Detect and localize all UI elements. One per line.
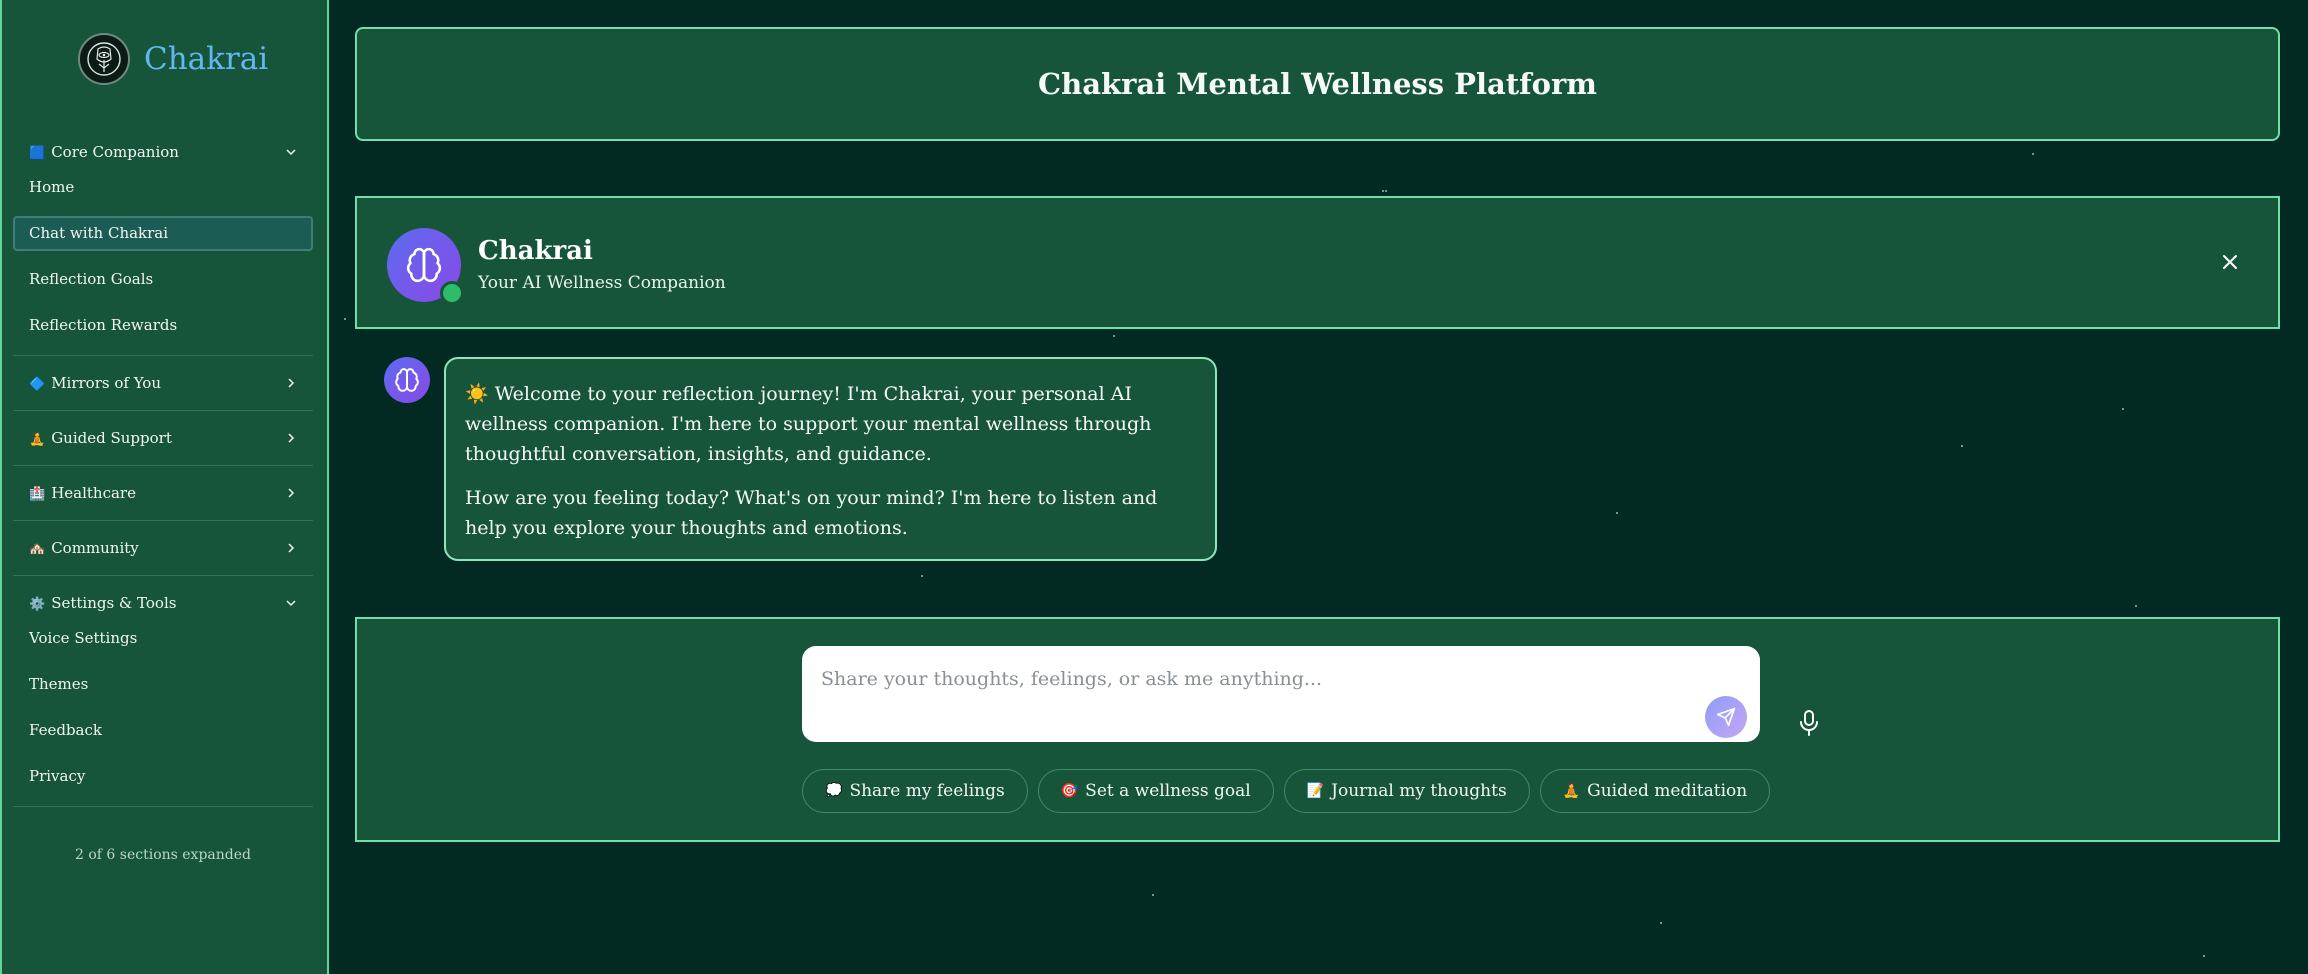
online-status-indicator — [440, 281, 464, 305]
thought-bubble-icon: 💭 — [825, 783, 843, 799]
section-mirrors-of-you[interactable]: 🔷 Mirrors of You — [13, 368, 313, 398]
section-guided-support[interactable]: 🧘 Guided Support — [13, 423, 313, 453]
chakrai-logo-icon — [78, 33, 130, 85]
section-label: Healthcare — [51, 484, 136, 502]
chevron-right-icon — [288, 488, 295, 498]
section-label: Community — [51, 539, 139, 557]
section-core-companion[interactable]: 🟦 Core Companion — [13, 137, 313, 167]
divider — [13, 410, 313, 411]
brand-name: Chakrai — [144, 41, 269, 77]
chevron-right-icon — [288, 543, 295, 553]
brand[interactable]: Chakrai — [78, 33, 268, 85]
quick-actions: 💭 Share my feelings 🎯 Set a wellness goal … — [802, 769, 1771, 813]
sidebar-item-feedback[interactable]: Feedback — [13, 713, 313, 748]
companion-name: Chakrai — [478, 236, 593, 266]
composer-panel: 💭Share my feelings 🎯Set a wellness goal … — [355, 617, 2280, 842]
close-icon[interactable] — [2220, 252, 2240, 272]
sidebar-item-privacy[interactable]: Privacy — [13, 759, 313, 794]
section-label: Guided Support — [51, 429, 172, 447]
companion-card: Chakrai Your AI Wellness Companion — [355, 196, 2280, 329]
quick-action-set-goal[interactable]: 🎯 Set a wellness goal — [1037, 769, 1274, 813]
message-input[interactable] — [802, 646, 1760, 742]
send-icon — [1716, 707, 1736, 727]
section-label: Core Companion — [51, 143, 179, 161]
chat-message-bubble: ☀️ Welcome to your reflection journey! I… — [444, 357, 1217, 561]
section-community[interactable]: 🏘️ Community — [13, 533, 313, 563]
section-label: Settings & Tools — [51, 594, 177, 612]
chevron-right-icon — [288, 433, 295, 443]
chip-label: Guided meditation — [1587, 781, 1748, 801]
sidebar-item-themes[interactable]: Themes — [13, 667, 313, 702]
chip-label: Set a wellness goal — [1085, 781, 1251, 801]
bot-avatar-icon — [384, 357, 430, 403]
sidebar-item-reflection-goals[interactable]: Reflection Goals — [13, 262, 313, 297]
sections-expanded-status: 2 of 6 sections expanded — [75, 847, 251, 863]
meditation-icon: 🧘 — [29, 432, 46, 447]
section-label: Mirrors of You — [51, 374, 161, 392]
sidebar-item-reflection-rewards[interactable]: Reflection Rewards — [13, 308, 313, 343]
sidebar: Chakrai 🟦 Core Companion Home Chat with C… — [0, 0, 329, 974]
chevron-right-icon — [288, 378, 295, 388]
chevron-down-icon — [286, 600, 296, 607]
message-paragraph: ☀️ Welcome to your reflection journey! I… — [465, 383, 1152, 465]
section-settings-tools[interactable]: ⚙️ Settings & Tools — [13, 588, 313, 618]
divider — [13, 806, 313, 807]
sidebar-nav: 🟦 Core Companion Home Chat with Chakrai R… — [13, 137, 313, 819]
diamond-icon: 🔷 — [29, 377, 46, 392]
quick-action-journal[interactable]: 📝 Journal my thoughts — [1283, 769, 1530, 813]
section-healthcare[interactable]: 🏥 Healthcare — [13, 478, 313, 508]
chip-label: Journal my thoughts — [1331, 781, 1507, 801]
gear-icon: ⚙️ — [29, 597, 46, 612]
sidebar-item-voice-settings[interactable]: Voice Settings — [13, 621, 313, 656]
companion-subtitle: Your AI Wellness Companion — [478, 273, 726, 293]
divider — [13, 355, 313, 356]
quick-action-share-feelings[interactable]: 💭 Share my feelings — [802, 769, 1028, 813]
message-paragraph: How are you feeling today? What's on you… — [465, 487, 1158, 539]
quick-action-meditation[interactable]: 🧘 Guided meditation — [1539, 769, 1771, 813]
meditation-icon: 🧘 — [1562, 783, 1581, 799]
divider — [13, 575, 313, 576]
sidebar-item-home[interactable]: Home — [13, 170, 313, 205]
divider — [13, 520, 313, 521]
notepad-icon: 📝 — [1306, 783, 1325, 799]
page-header: Chakrai Mental Wellness Platform — [355, 27, 2280, 141]
chip-label: Share my feelings — [849, 781, 1005, 801]
sidebar-item-chat-with-chakrai[interactable]: Chat with Chakrai — [13, 216, 313, 251]
chevron-down-icon — [286, 149, 296, 156]
microphone-icon[interactable] — [1797, 709, 1821, 737]
divider — [13, 465, 313, 466]
houses-icon: 🏘️ — [29, 542, 46, 557]
blue-square-icon: 🟦 — [29, 146, 46, 161]
hospital-icon: 🏥 — [29, 487, 46, 502]
page-title: Chakrai Mental Wellness Platform — [1038, 67, 1597, 101]
target-icon: 🎯 — [1060, 783, 1079, 799]
send-button[interactable] — [1705, 696, 1747, 738]
